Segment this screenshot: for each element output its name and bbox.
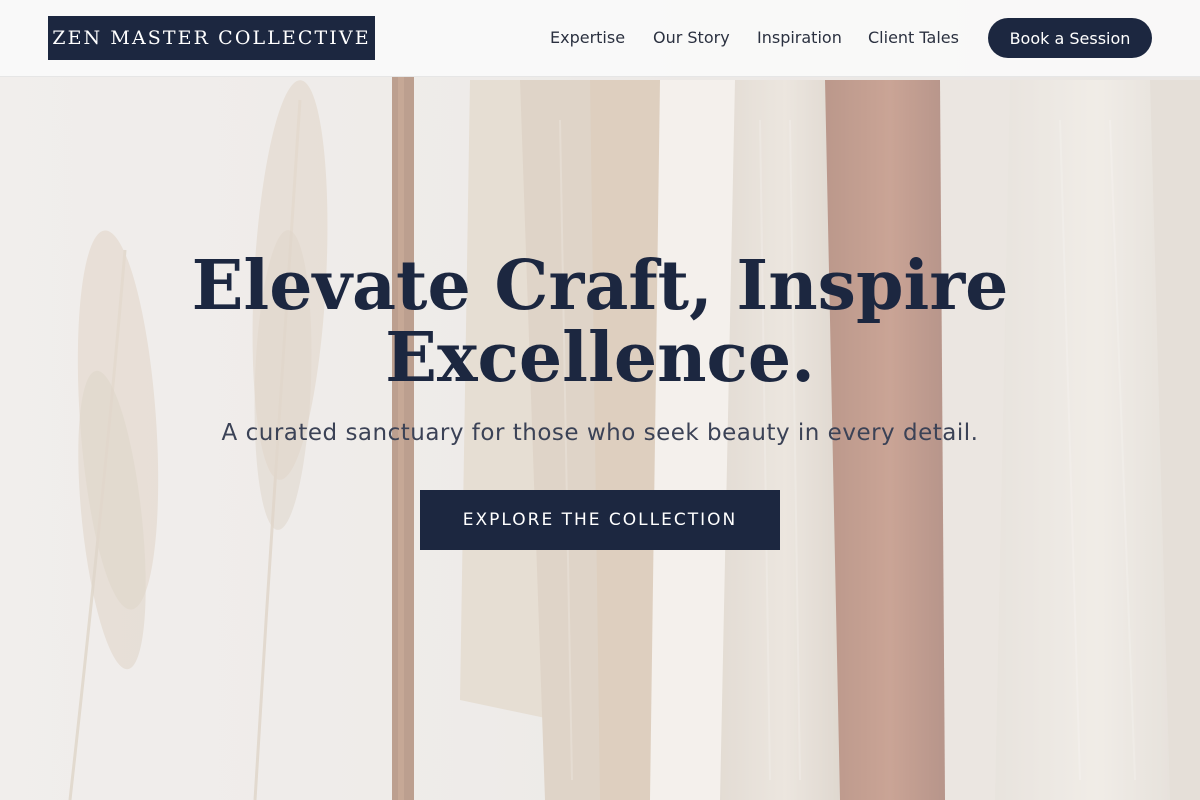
hero-subheadline: A curated sanctuary for those who seek b… <box>221 420 979 446</box>
hero-headline: Elevate Craft, Inspire Excellence. <box>0 250 1200 394</box>
hero-headline-line-2: Excellence. <box>385 318 815 398</box>
explore-collection-button[interactable]: EXPLORE THE COLLECTION <box>420 490 780 550</box>
nav-link-inspiration[interactable]: Inspiration <box>757 28 842 47</box>
hero-overlay <box>0 0 1200 800</box>
hero-headline-line-1: Elevate Craft, Inspire <box>191 246 1009 326</box>
nav-link-expertise[interactable]: Expertise <box>550 28 625 47</box>
nav-link-client-tales[interactable]: Client Tales <box>868 28 959 47</box>
site-header: ZEN MASTER COLLECTIVE Expertise Our Stor… <box>0 0 1200 77</box>
brand-logo[interactable]: ZEN MASTER COLLECTIVE <box>48 16 375 60</box>
book-session-button[interactable]: Book a Session <box>988 18 1152 58</box>
nav-link-our-story[interactable]: Our Story <box>653 28 730 47</box>
